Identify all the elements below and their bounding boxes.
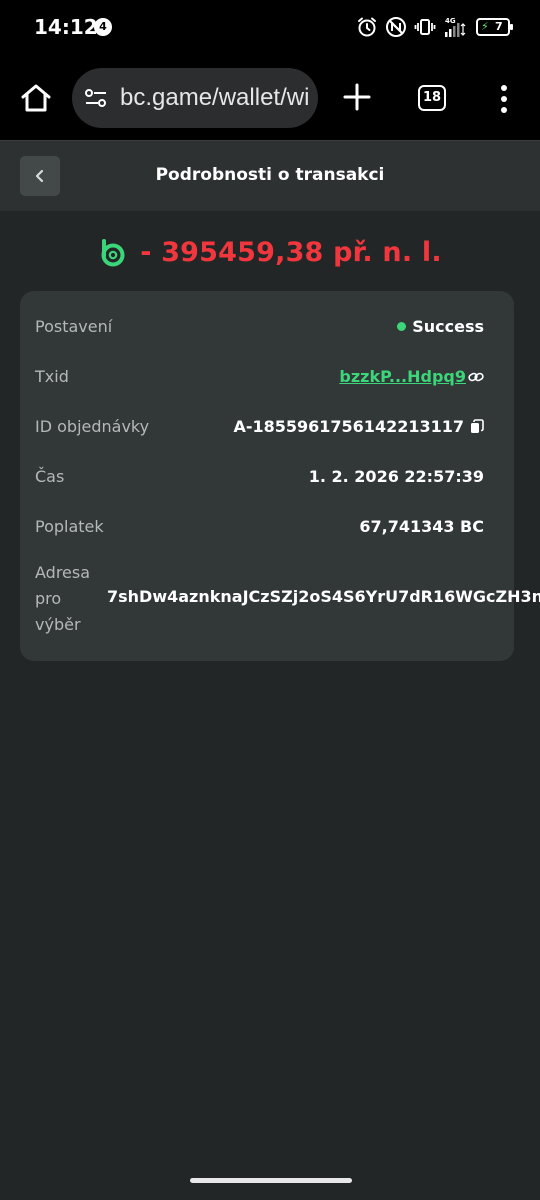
amount-row: - 395459,38 př. n. l. bbox=[0, 237, 540, 268]
order-id-value: A-1855961756142213117 bbox=[233, 417, 484, 436]
battery-icon: ⚡ 7 bbox=[476, 18, 513, 36]
txid-row: Txid bzzkP...Hdpq9 bbox=[35, 367, 484, 397]
notification-badge: 4 bbox=[94, 18, 112, 36]
order-id-label: ID objednávky bbox=[35, 417, 150, 436]
page-title: Podrobnosti o transakci bbox=[155, 165, 385, 185]
vibrate-icon bbox=[414, 19, 436, 35]
time-value: 1. 2. 2026 22:57:39 bbox=[308, 467, 484, 486]
address-bar[interactable]: bc.game/wallet/withdraw bbox=[72, 68, 318, 128]
tabs-icon[interactable]: 18 bbox=[418, 85, 446, 111]
signal-icon: 4G bbox=[445, 17, 466, 37]
url-text: bc.game/wallet/withdraw bbox=[120, 84, 308, 111]
fee-value: 67,741343 BC bbox=[359, 517, 484, 536]
transaction-amount: - 395459,38 př. n. l. bbox=[140, 237, 442, 268]
browser-toolbar: bc.game/wallet/withdraw 18 bbox=[0, 56, 540, 140]
status-label: Postavení bbox=[35, 317, 113, 336]
menu-icon[interactable] bbox=[494, 84, 514, 114]
svg-text:4G: 4G bbox=[445, 17, 456, 25]
txid-link[interactable]: bzzkP...Hdpq9 bbox=[339, 367, 466, 386]
address-label: Adresa pro výběr bbox=[35, 563, 91, 634]
new-tab-icon[interactable] bbox=[342, 82, 372, 112]
home-icon[interactable] bbox=[18, 80, 54, 116]
bc-coin-icon bbox=[101, 238, 125, 266]
txid-label: Txid bbox=[35, 367, 69, 386]
status-dot-icon bbox=[397, 322, 407, 331]
alarm-icon bbox=[358, 17, 376, 37]
page-header: Podrobnosti o transakci bbox=[0, 140, 540, 211]
site-settings-icon[interactable] bbox=[84, 87, 108, 109]
time-label: Čas bbox=[35, 467, 65, 486]
fee-label: Poplatek bbox=[35, 517, 104, 536]
status-text: Success bbox=[412, 317, 484, 336]
link-icon[interactable] bbox=[468, 370, 484, 384]
status-value: Success bbox=[397, 317, 484, 336]
status-bar: 14:12 4 4G ⚡ 7 bbox=[0, 0, 540, 56]
txid-value: bzzkP...Hdpq9 bbox=[339, 367, 484, 386]
nfc-off-icon bbox=[386, 17, 406, 37]
fee-row: Poplatek 67,741343 BC bbox=[35, 517, 484, 547]
status-time: 14:12 bbox=[34, 15, 98, 39]
order-id-row: ID objednávky A-1855961756142213117 bbox=[35, 417, 484, 447]
order-id-text: A-1855961756142213117 bbox=[233, 417, 464, 436]
home-indicator[interactable] bbox=[190, 1178, 352, 1183]
time-row: Čas 1. 2. 2026 22:57:39 bbox=[35, 467, 484, 497]
tab-count: 18 bbox=[422, 90, 442, 105]
status-icons: 4G ⚡ 7 bbox=[356, 16, 513, 38]
address-value: 7shDw4aznknaJCzSZj2oS4S6YrU7dR16WGcZH3nY… bbox=[107, 587, 540, 606]
status-row: Postavení Success bbox=[35, 317, 484, 347]
copy-icon[interactable] bbox=[470, 418, 484, 435]
